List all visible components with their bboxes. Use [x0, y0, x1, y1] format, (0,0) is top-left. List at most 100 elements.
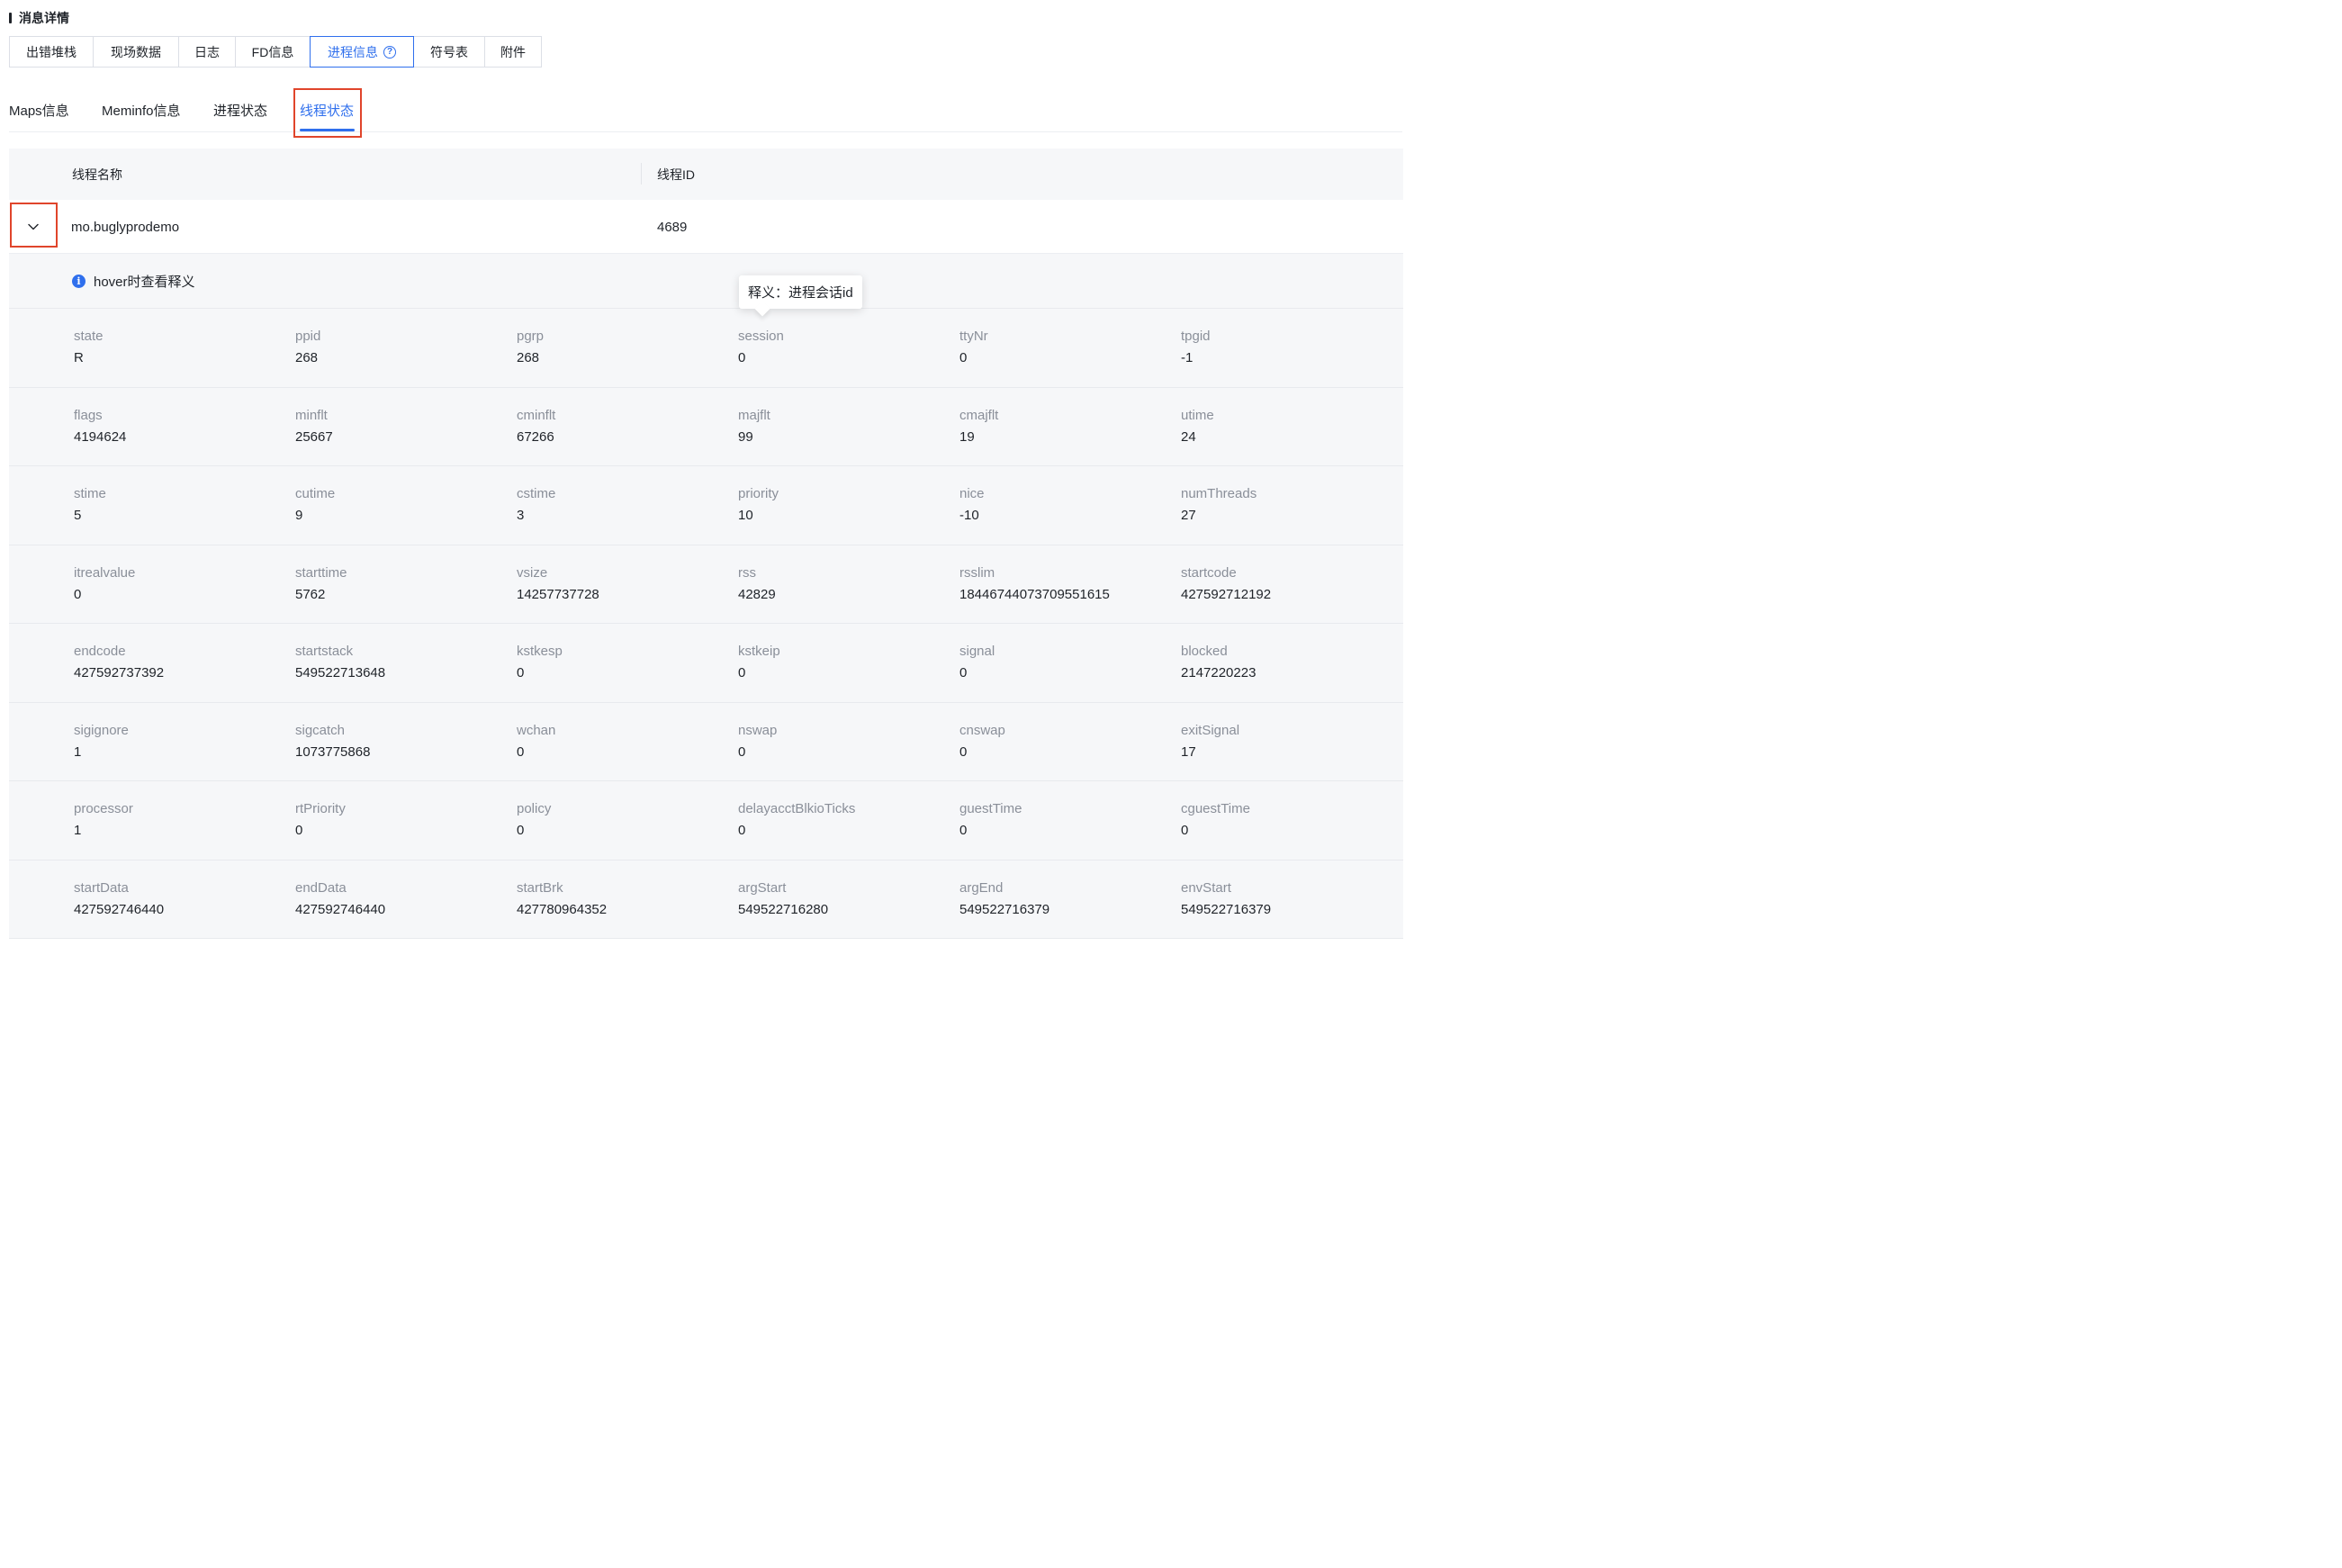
field-label[interactable]: cminflt: [517, 408, 733, 424]
table-row[interactable]: mo.buglyprodemo 4689: [9, 200, 1403, 254]
field-label[interactable]: nice: [959, 486, 1176, 502]
tab-process-info[interactable]: 进程信息 ?: [310, 36, 414, 68]
field-label[interactable]: state: [74, 329, 290, 345]
field-label[interactable]: ppid: [295, 329, 511, 345]
field-cell: startcode 427592712192: [1181, 565, 1397, 603]
subtab-process-state[interactable]: 进程状态: [213, 101, 267, 120]
field-label[interactable]: cnswap: [959, 723, 1176, 739]
field-label[interactable]: starttime: [295, 565, 511, 581]
field-label[interactable]: startcode: [1181, 565, 1397, 581]
field-value: 0: [74, 586, 82, 602]
field-label[interactable]: rss: [738, 565, 954, 581]
field-label[interactable]: endcode: [74, 644, 290, 660]
field-label[interactable]: startData: [74, 880, 290, 897]
field-label[interactable]: argStart: [738, 880, 954, 897]
field-value: 427592712192: [1181, 586, 1272, 602]
field-label[interactable]: vsize: [517, 565, 733, 581]
field-label[interactable]: flags: [74, 408, 290, 424]
field-value: 18446744073709551615: [959, 586, 1110, 602]
field-value: 0: [1181, 823, 1189, 838]
hint-text: hover时查看释义: [94, 275, 195, 290]
expand-toggle-button[interactable]: [9, 200, 58, 254]
field-label[interactable]: startBrk: [517, 880, 733, 897]
field-cell: numThreads 27: [1181, 486, 1397, 524]
column-header-thread-id: 线程ID: [657, 167, 695, 182]
field-label[interactable]: cguestTime: [1181, 801, 1397, 817]
field-value: 1: [74, 743, 82, 760]
field-value: 3: [517, 508, 525, 523]
field-label[interactable]: delayacctBlkioTicks: [738, 801, 954, 817]
field-label[interactable]: kstkesp: [517, 644, 733, 660]
field-cell: endData 427592746440: [295, 880, 511, 918]
field-label[interactable]: cutime: [295, 486, 511, 502]
field-value: 427592737392: [74, 665, 165, 680]
field-label[interactable]: blocked: [1181, 644, 1397, 660]
field-cell: kstkesp 0: [517, 644, 733, 681]
subtab-thread-state[interactable]: 线程状态: [300, 101, 354, 120]
field-label[interactable]: stime: [74, 486, 290, 502]
field-value: 0: [959, 665, 968, 680]
field-label[interactable]: rsslim: [959, 565, 1176, 581]
field-label[interactable]: wchan: [517, 723, 733, 739]
field-label[interactable]: itrealvalue: [74, 565, 290, 581]
tab-fd-info[interactable]: FD信息: [236, 36, 311, 68]
subtab-meminfo[interactable]: Meminfo信息: [102, 101, 181, 120]
field-value: 427592746440: [295, 901, 386, 917]
field-label[interactable]: session: [738, 329, 954, 345]
field-label[interactable]: processor: [74, 801, 290, 817]
subtab-maps-info[interactable]: Maps信息: [9, 101, 69, 120]
field-label[interactable]: exitSignal: [1181, 723, 1397, 739]
field-value: 0: [738, 823, 746, 838]
tab-attachment[interactable]: 附件: [485, 36, 542, 68]
field-label[interactable]: guestTime: [959, 801, 1176, 817]
field-value: 427780964352: [517, 901, 608, 917]
field-row: flags 4194624 minflt 25667 cminflt 67266 majfl…: [9, 388, 1403, 466]
field-cell: session 0: [738, 329, 954, 366]
help-circle-icon[interactable]: ?: [383, 45, 396, 59]
field-label[interactable]: cstime: [517, 486, 733, 502]
field-value: 0: [959, 743, 968, 760]
field-label[interactable]: ttyNr: [959, 329, 1176, 345]
field-cell: cmajflt 19: [959, 408, 1176, 446]
field-label[interactable]: priority: [738, 486, 954, 502]
field-label[interactable]: majflt: [738, 408, 954, 424]
field-value: 27: [1181, 508, 1196, 523]
hover-hint: i hover时查看释义: [72, 272, 195, 291]
field-label[interactable]: argEnd: [959, 880, 1176, 897]
field-label[interactable]: cmajflt: [959, 408, 1176, 424]
field-label[interactable]: minflt: [295, 408, 511, 424]
tab-scene-data[interactable]: 现场数据: [94, 36, 179, 68]
field-value: 268: [295, 350, 319, 365]
field-cell: processor 1: [74, 801, 290, 839]
field-label[interactable]: tpgid: [1181, 329, 1397, 345]
field-label[interactable]: numThreads: [1181, 486, 1397, 502]
tab-error-stack[interactable]: 出错堆栈: [9, 36, 94, 68]
tab-label: 附件: [500, 44, 526, 59]
field-label[interactable]: nswap: [738, 723, 954, 739]
thread-detail-panel: i hover时查看释义 state Rppid 268 pgrp 268 session…: [9, 254, 1403, 939]
tab-log[interactable]: 日志: [179, 36, 236, 68]
field-cell: state R: [74, 329, 290, 366]
field-label[interactable]: startstack: [295, 644, 511, 660]
info-icon: i: [72, 275, 86, 288]
field-cell: rss 42829: [738, 565, 954, 603]
field-label[interactable]: kstkeip: [738, 644, 954, 660]
field-cell: stime 5: [74, 486, 290, 524]
tab-label: 进程信息: [328, 44, 378, 59]
field-label[interactable]: endData: [295, 880, 511, 897]
field-label[interactable]: sigignore: [74, 723, 290, 739]
field-label[interactable]: utime: [1181, 408, 1397, 424]
field-value: 19: [959, 428, 975, 445]
tab-symbol-table[interactable]: 符号表: [414, 36, 485, 68]
field-label[interactable]: sigcatch: [295, 723, 511, 739]
field-cell: cstime 3: [517, 486, 733, 524]
field-label[interactable]: pgrp: [517, 329, 733, 345]
field-cell: cguestTime 0: [1181, 801, 1397, 839]
field-label[interactable]: envStart: [1181, 880, 1397, 897]
field-cell: envStart 549522716379: [1181, 880, 1397, 918]
field-label[interactable]: signal: [959, 644, 1176, 660]
field-label[interactable]: policy: [517, 801, 733, 817]
field-label[interactable]: rtPriority: [295, 801, 511, 817]
tab-label: 符号表: [430, 44, 468, 59]
active-tab-indicator: [300, 129, 355, 131]
